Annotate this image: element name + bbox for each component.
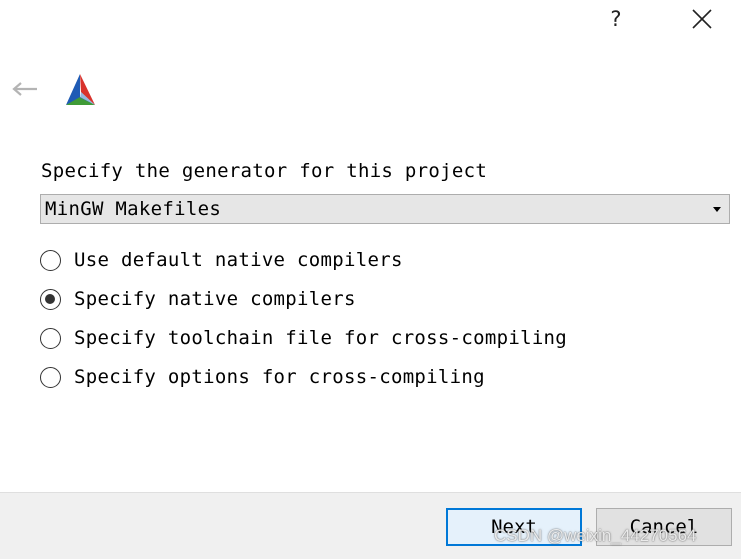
chevron-down-icon xyxy=(713,207,721,212)
radio-button-checked[interactable] xyxy=(40,288,61,310)
radio-button[interactable] xyxy=(40,366,61,388)
radio-label: Specify options for cross-compiling xyxy=(74,366,485,388)
help-button[interactable]: ? xyxy=(598,4,634,34)
watermark-text: CSDN @weixin_44270564 xyxy=(494,526,697,545)
close-icon xyxy=(692,9,712,29)
back-button[interactable] xyxy=(6,74,44,104)
cmake-logo-icon xyxy=(62,72,98,108)
generator-select[interactable]: MinGW Makefiles xyxy=(40,194,730,224)
generator-prompt: Specify the generator for this project xyxy=(41,160,488,182)
option-default-native[interactable]: Use default native compilers xyxy=(40,245,403,275)
radio-label: Use default native compilers xyxy=(74,249,403,271)
radio-button[interactable] xyxy=(40,327,61,349)
option-specify-native[interactable]: Specify native compilers xyxy=(40,284,356,314)
radio-button[interactable] xyxy=(40,249,61,271)
option-toolchain-file[interactable]: Specify toolchain file for cross-compili… xyxy=(40,323,567,353)
generator-select-value: MinGW Makefiles xyxy=(45,198,222,220)
radio-label: Specify toolchain file for cross-compili… xyxy=(74,327,568,349)
back-arrow-icon xyxy=(12,82,37,96)
close-button[interactable] xyxy=(684,4,720,34)
option-cross-compiling[interactable]: Specify options for cross-compiling xyxy=(40,362,485,392)
help-label: ? xyxy=(610,7,622,31)
radio-label: Specify native compilers xyxy=(74,288,356,310)
